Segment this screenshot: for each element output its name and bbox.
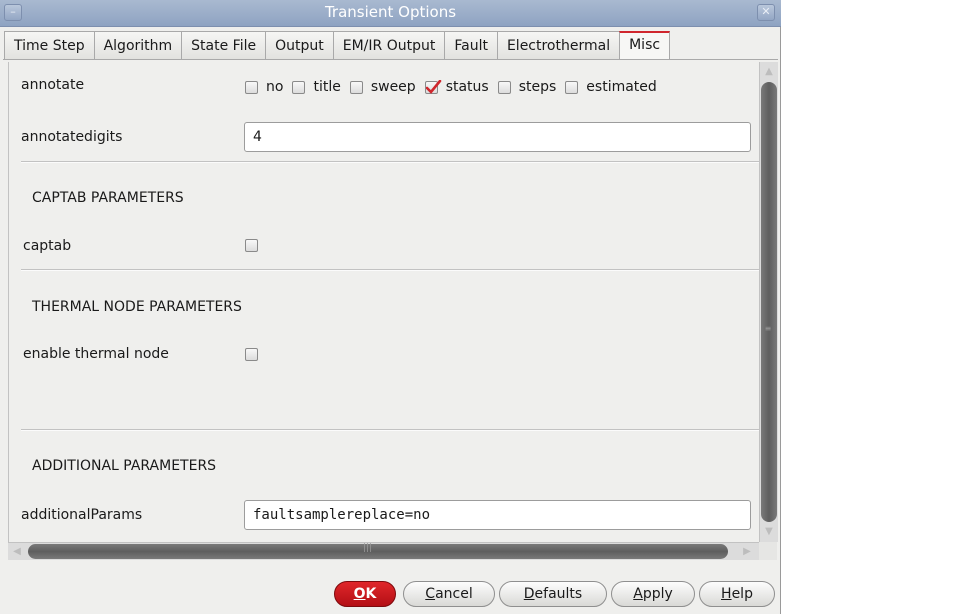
enable-thermal-node-label: enable thermal node	[23, 346, 169, 362]
annotate-estimated-checkbox[interactable]	[565, 80, 579, 94]
annotate-no-option[interactable]: no	[245, 79, 283, 95]
checkmark-icon	[425, 79, 441, 94]
grip-icon: ≡	[764, 324, 772, 333]
enable-thermal-node-checkbox[interactable]	[245, 348, 258, 361]
horizontal-scroll-thumb[interactable]	[28, 544, 728, 559]
cancel-button[interactable]: Cancel	[403, 581, 495, 607]
scroll-down-icon[interactable]: ▼	[761, 524, 777, 540]
tab-bar: Time Step Algorithm State File Output EM…	[4, 31, 671, 60]
tab-algorithm[interactable]: Algorithm	[93, 31, 183, 59]
annotatedigits-field[interactable]: 4	[244, 122, 751, 152]
dialog-button-bar: OK Cancel Defaults Apply Help	[0, 575, 781, 611]
ok-button[interactable]: OK	[334, 581, 396, 607]
annotate-status-option[interactable]: status	[424, 79, 489, 95]
captab-checkbox[interactable]	[245, 239, 258, 252]
tab-fault[interactable]: Fault	[444, 31, 498, 59]
tab-output[interactable]: Output	[265, 31, 334, 59]
scroll-right-icon[interactable]: ▶	[739, 543, 755, 560]
thermal-section-heading: THERMAL NODE PARAMETERS	[32, 299, 242, 315]
annotate-title-option[interactable]: title	[292, 79, 341, 95]
captab-section-heading: CAPTAB PARAMETERS	[32, 190, 184, 206]
annotate-title-checkbox[interactable]	[292, 80, 306, 94]
annotate-status-checkbox[interactable]	[424, 79, 441, 94]
annotate-no-checkbox[interactable]	[245, 80, 258, 94]
scroll-corner	[759, 542, 777, 560]
annotate-sweep-option[interactable]: sweep	[349, 79, 416, 95]
window-title: Transient Options	[324, 3, 457, 21]
tab-electrothermal[interactable]: Electrothermal	[496, 31, 621, 59]
defaults-button[interactable]: Defaults	[499, 581, 607, 607]
vertical-scrollbar[interactable]: ▲ ≡ ▼	[759, 62, 778, 542]
grip-icon: |||	[363, 543, 373, 553]
annotate-status-label: status	[445, 79, 489, 95]
tab-state-file[interactable]: State File	[181, 31, 267, 59]
captab-label: captab	[23, 238, 72, 254]
annotate-label: annotate	[21, 77, 85, 93]
annotatedigits-label: annotatedigits	[21, 129, 123, 145]
annotate-steps-label: steps	[518, 79, 557, 95]
tab-time-step[interactable]: Time Step	[4, 31, 95, 59]
misc-options-panel: annotate no title sweep status steps est…	[8, 62, 759, 542]
additional-params-field[interactable]: faultsamplereplace=no	[244, 500, 751, 530]
annotate-sweep-label: sweep	[370, 79, 416, 95]
additional-params-label: additionalParams	[21, 507, 143, 523]
vertical-scroll-thumb[interactable]	[761, 82, 777, 522]
annotate-steps-option[interactable]: steps	[497, 79, 557, 95]
tab-em-ir-output[interactable]: EM/IR Output	[332, 31, 446, 59]
help-button[interactable]: Help	[699, 581, 775, 607]
annotate-estimated-label: estimated	[586, 79, 657, 95]
scroll-left-icon[interactable]: ◀	[9, 543, 25, 560]
scroll-up-icon[interactable]: ▲	[761, 64, 777, 80]
separator	[21, 429, 759, 431]
tab-misc[interactable]: Misc	[619, 31, 671, 59]
additional-section-heading: ADDITIONAL PARAMETERS	[32, 458, 217, 474]
annotate-no-label: no	[266, 79, 284, 95]
apply-button[interactable]: Apply	[611, 581, 695, 607]
annotate-estimated-option[interactable]: estimated	[565, 79, 657, 95]
horizontal-scrollbar[interactable]: ◀ ||| ▶	[8, 542, 759, 560]
annotate-steps-checkbox[interactable]	[497, 80, 511, 94]
annotate-options: no title sweep status steps estimated	[245, 79, 666, 95]
tab-divider	[3, 59, 778, 60]
annotate-sweep-checkbox[interactable]	[349, 80, 363, 94]
close-icon[interactable]: ✕	[757, 4, 775, 21]
title-bar: – Transient Options ✕	[0, 0, 781, 27]
transient-options-window: – Transient Options ✕ Time Step Algorith…	[0, 0, 781, 614]
annotate-title-label: title	[313, 79, 341, 95]
separator	[21, 269, 759, 271]
separator	[21, 161, 759, 163]
